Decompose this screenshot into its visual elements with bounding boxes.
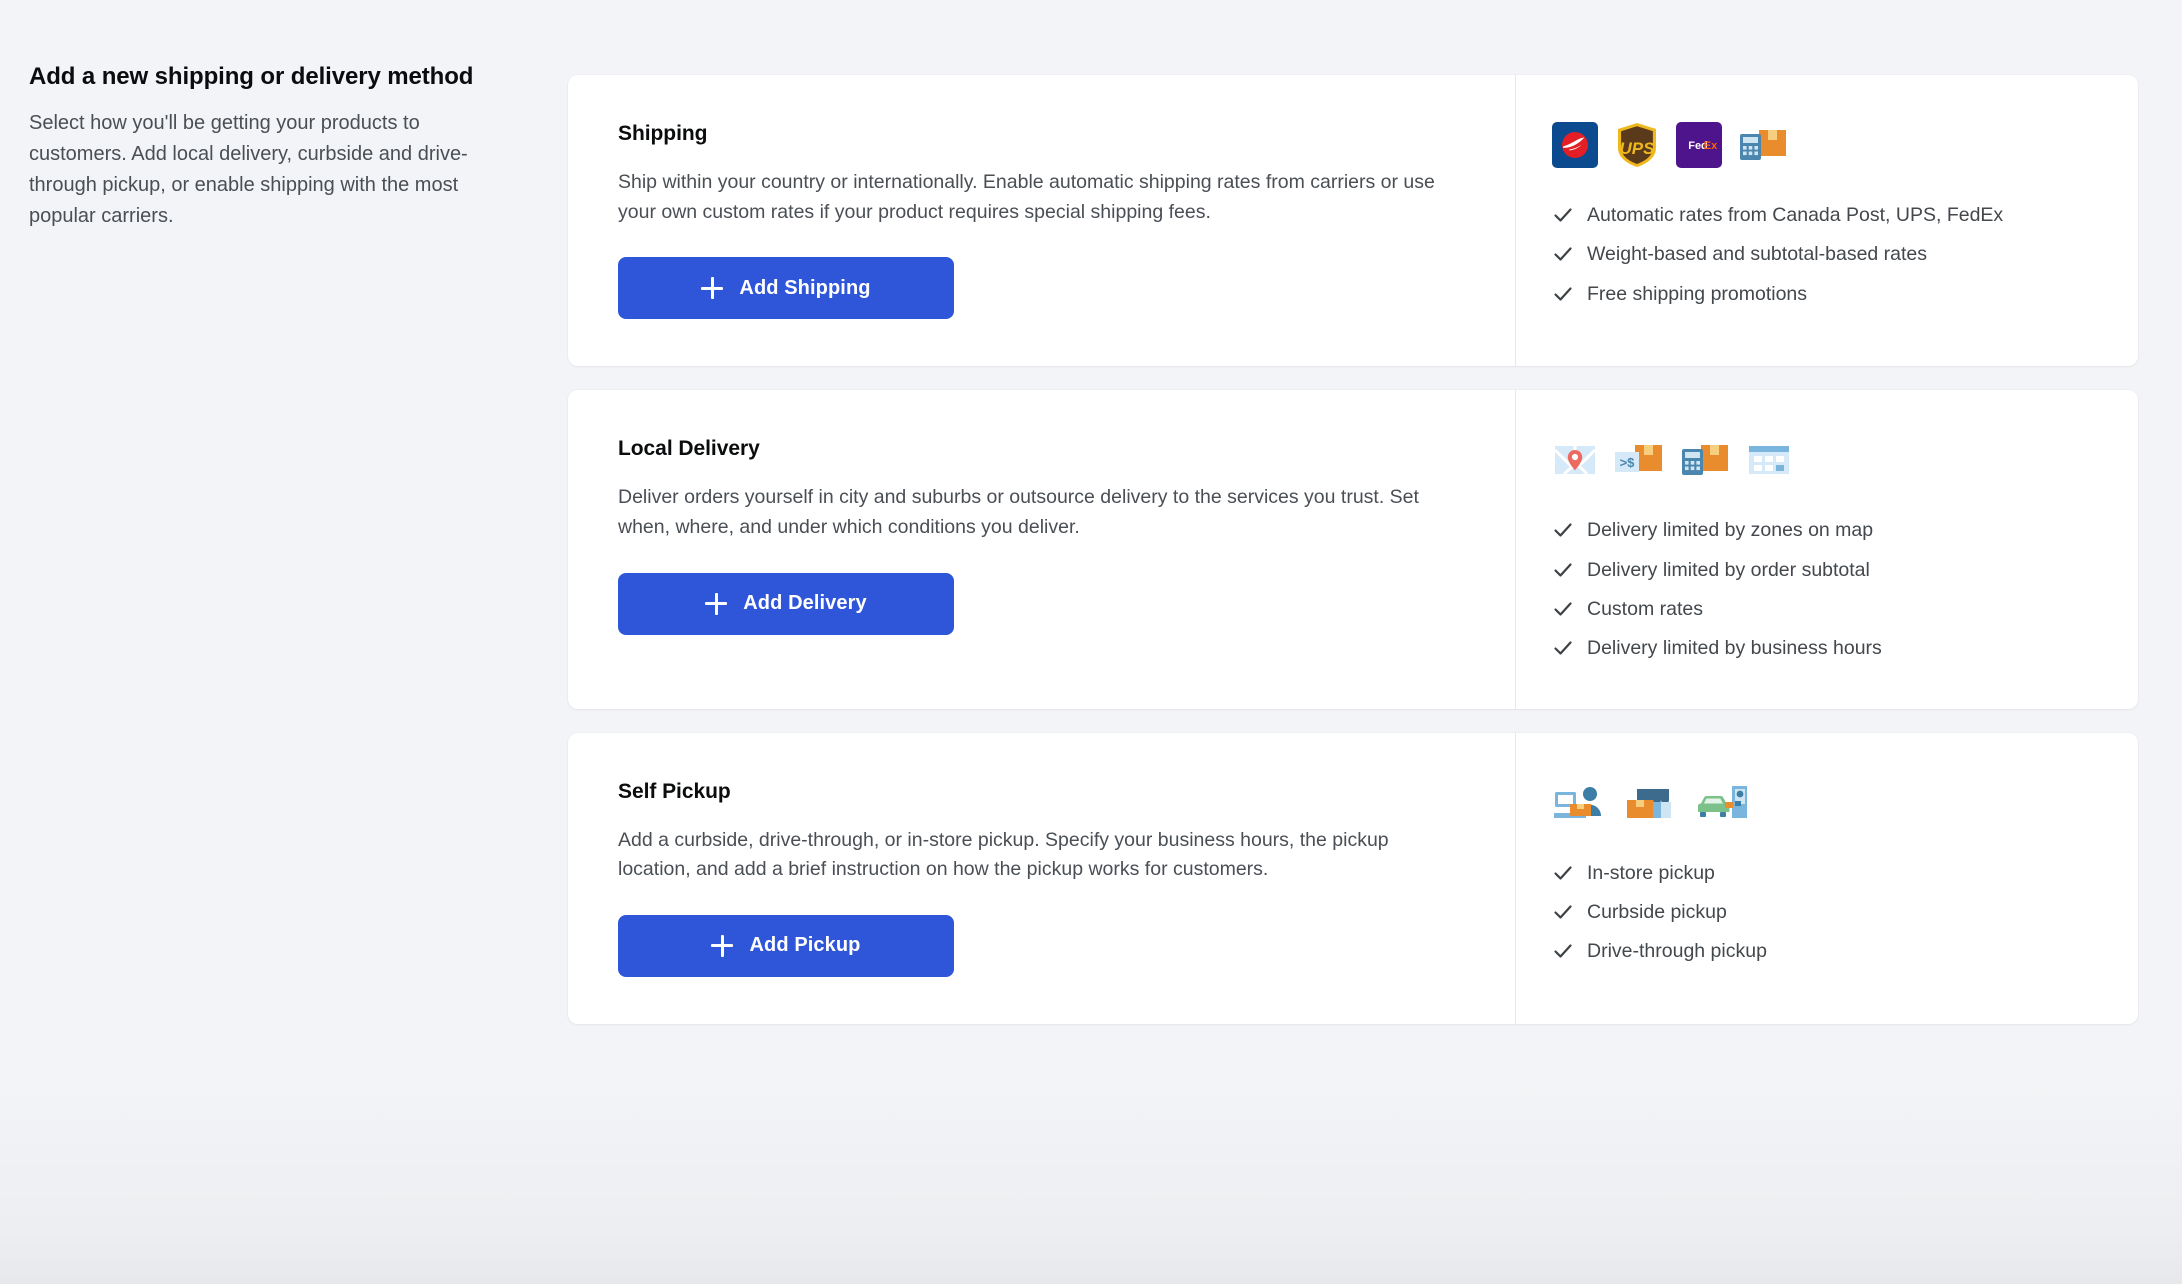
feature-label: Weight-based and subtotal-based rates: [1587, 243, 1928, 266]
feature-item: Curbside pickup: [1552, 899, 2098, 925]
add-pickup-button[interactable]: Add Pickup: [618, 914, 954, 977]
feature-label: Delivery limited by order subtotal: [1587, 558, 1870, 581]
check-icon: [1554, 287, 1572, 301]
self-pickup-card: Self Pickup Add a curbside, drive-throug…: [568, 732, 2138, 1024]
plus-icon: [701, 277, 724, 300]
feature-item: Custom rates: [1552, 596, 2098, 622]
self-pickup-card-title: Self Pickup: [618, 779, 731, 803]
shipping-card: Shipping Ship within your country or int…: [568, 75, 2138, 367]
add-shipping-button-label: Add Shipping: [739, 276, 871, 299]
feature-item: In-store pickup: [1552, 860, 2098, 886]
add-delivery-button-label: Add Delivery: [743, 592, 867, 614]
self-pickup-card-description: Add a curbside, drive-through, or in-sto…: [618, 828, 1389, 881]
add-shipping-delivery-page: Add a new shipping or delivery method Se…: [0, 0, 2182, 1284]
feature-item: Weight-based and subtotal-based rates: [1552, 241, 2098, 267]
feature-label: Drive-through pickup: [1587, 940, 1767, 963]
canada-post-icon: [1552, 122, 1598, 168]
plus-icon: [711, 934, 734, 957]
check-icon: [1554, 523, 1572, 538]
svg-text:>$: >$: [1620, 455, 1636, 470]
local-delivery-feature-list: Delivery limited by zones on map Deliver…: [1552, 517, 2098, 661]
map-pin-icon: [1553, 446, 1597, 476]
local-delivery-card-description: Deliver orders yourself in city and subu…: [618, 486, 1419, 538]
shipping-carrier-icons: UPS Fed Ex: [1552, 122, 2098, 168]
feature-label: Curbside pickup: [1587, 900, 1727, 923]
add-shipping-button[interactable]: Add Shipping: [618, 257, 954, 320]
check-icon: [1554, 641, 1572, 655]
check-icon: [1554, 247, 1572, 262]
shipping-card-title: Shipping: [618, 122, 708, 145]
calculator-box-icon: [1682, 445, 1728, 476]
self-pickup-card-aside: In-store pickup Curbside pickup Drive-th…: [1515, 732, 2138, 1024]
calendar-icon: [1749, 446, 1789, 475]
feature-item: Delivery limited by zones on map: [1552, 517, 2098, 543]
counter-pickup-icon: [1554, 786, 1601, 818]
local-delivery-icons: >$: [1552, 437, 2098, 483]
drive-through-icon: [1698, 785, 1747, 818]
self-pickup-card-main: Self Pickup Add a curbside, drive-throug…: [568, 733, 1515, 1024]
feature-label: In-store pickup: [1587, 861, 1715, 884]
ups-icon: UPS: [1618, 123, 1656, 167]
check-icon: [1554, 866, 1572, 880]
local-delivery-card-main: Local Delivery Deliver orders yourself i…: [568, 390, 1515, 708]
intro-section: Add a new shipping or delivery method Se…: [29, 62, 529, 232]
svg-text:UPS: UPS: [1620, 139, 1656, 158]
feature-label: Custom rates: [1587, 597, 1703, 620]
feature-item: Automatic rates from Canada Post, UPS, F…: [1552, 202, 2098, 228]
self-pickup-icons: [1552, 780, 2098, 826]
check-icon: [1554, 563, 1572, 577]
add-delivery-button[interactable]: Add Delivery: [618, 572, 954, 635]
local-delivery-card: Local Delivery Deliver orders yourself i…: [568, 390, 2138, 709]
check-icon: [1554, 905, 1572, 919]
check-icon: [1554, 944, 1572, 958]
check-icon: [1554, 208, 1572, 222]
local-delivery-card-aside: >$ Delivery limited by zones on map Deli…: [1515, 390, 2138, 709]
storefront-icon: [1627, 788, 1671, 818]
check-icon: [1554, 602, 1572, 616]
feature-label: Delivery limited by zones on map: [1587, 519, 1874, 542]
self-pickup-feature-list: In-store pickup Curbside pickup Drive-th…: [1552, 860, 2098, 965]
feature-label: Automatic rates from Canada Post, UPS, F…: [1587, 204, 2004, 226]
feature-label: Free shipping promotions: [1587, 282, 1808, 305]
feature-label: Delivery limited by business hours: [1587, 637, 1882, 660]
shipping-card-aside: UPS Fed Ex Automatic rates from Canada P…: [1515, 75, 2138, 367]
svg-text:Ex: Ex: [1704, 140, 1718, 152]
plus-icon: [705, 592, 728, 615]
calculator-box-icon: [1740, 130, 1786, 160]
intro-description: Select how you'll be getting your produc…: [29, 112, 468, 227]
feature-item: Free shipping promotions: [1552, 281, 2098, 307]
page-title: Add a new shipping or delivery method: [29, 63, 474, 90]
shipping-card-description: Ship within your country or internationa…: [618, 171, 1435, 223]
local-delivery-card-title: Local Delivery: [618, 437, 760, 461]
subtotal-box-icon: >$: [1615, 445, 1662, 473]
fedex-icon: Fed Ex: [1676, 122, 1722, 168]
feature-item: Delivery limited by order subtotal: [1552, 557, 2098, 583]
add-pickup-button-label: Add Pickup: [749, 934, 861, 957]
shipping-feature-list: Automatic rates from Canada Post, UPS, F…: [1552, 202, 2098, 307]
feature-item: Drive-through pickup: [1552, 938, 2098, 964]
feature-item: Delivery limited by business hours: [1552, 635, 2098, 661]
method-cards-list: Shipping Ship within your country or int…: [568, 75, 2138, 1024]
shipping-card-main: Shipping Ship within your country or int…: [568, 75, 1515, 366]
